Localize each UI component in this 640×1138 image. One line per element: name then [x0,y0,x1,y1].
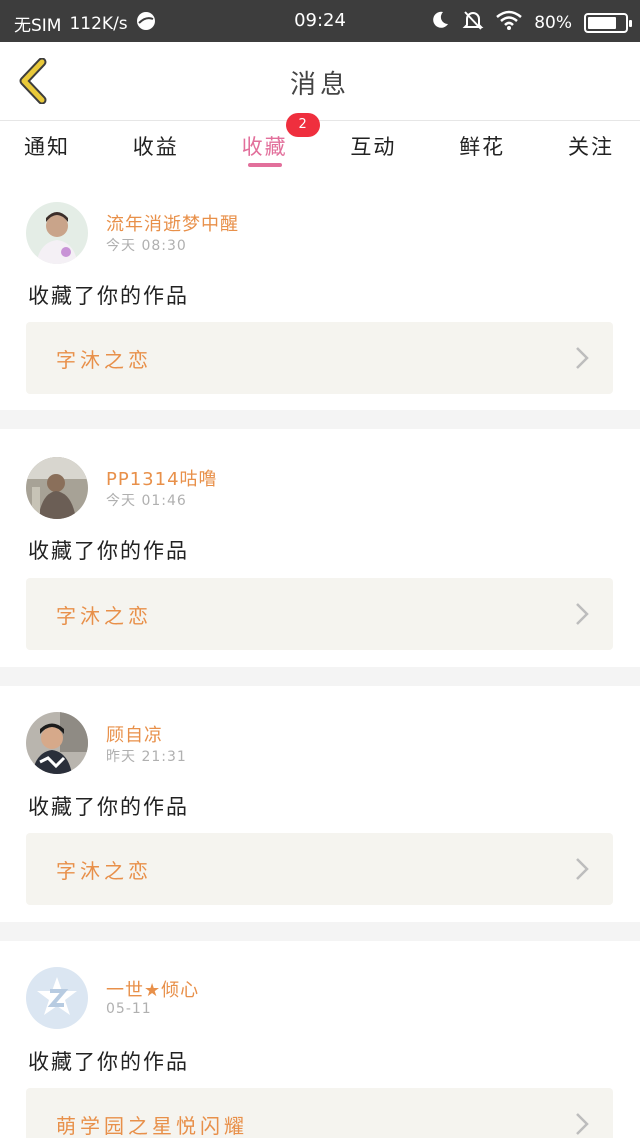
username[interactable]: 一世★倾心 [106,976,199,1002]
username[interactable]: PP1314咕噜 [106,465,218,491]
message-item: 顾自凉 昨天 21:31 收藏了你的作品 字沐之恋 [0,686,640,922]
tab-label: 收藏 [241,135,288,159]
divider [0,410,640,429]
divider [0,667,640,686]
work-title: 萌学园之星悦闪耀 [56,1114,248,1138]
battery-percent: 80% [534,12,572,33]
avatar[interactable] [26,202,88,264]
status-right: 80% [430,9,632,36]
message-item: PP1314咕噜 今天 01:46 收藏了你的作品 字沐之恋 [0,429,640,667]
message-text: 收藏了你的作品 [28,795,189,819]
tab-bar: 通知 收益 收藏 2 互动 鲜花 关注 [0,113,640,172]
tab-flowers[interactable]: 鲜花 [459,121,505,172]
work-link[interactable]: 字沐之恋 [26,322,613,394]
tab-notice[interactable]: 通知 [24,121,70,172]
header: 消息 [0,42,640,120]
work-title: 字沐之恋 [56,859,152,883]
username[interactable]: 顾自凉 [106,721,163,747]
tab-interaction[interactable]: 互动 [350,121,396,172]
avatar[interactable] [26,457,88,519]
page-title: 消息 [289,70,350,100]
message-text: 收藏了你的作品 [28,284,189,308]
active-tab-indicator [247,163,282,167]
mute-bell-icon [462,9,484,36]
work-link[interactable]: 字沐之恋 [26,578,613,650]
message-item: 一世★倾心 05-11 收藏了你的作品 萌学园之星悦闪耀 [0,941,640,1138]
tab-label: 关注 [567,135,614,159]
work-title: 字沐之恋 [56,348,152,372]
message-text: 收藏了你的作品 [28,539,189,563]
tab-label: 收益 [132,135,179,159]
tab-label: 互动 [350,135,397,159]
timestamp: 昨天 21:31 [106,749,187,765]
chevron-right-icon [576,858,589,880]
tab-label: 通知 [24,135,70,159]
chevron-right-icon [576,603,589,625]
wifi-icon [496,10,523,35]
default-avatar-icon [26,967,88,1029]
message-item: 流年消逝梦中醒 今天 08:30 收藏了你的作品 字沐之恋 [0,172,640,410]
timestamp: 今天 01:46 [106,493,187,509]
chevron-right-icon [576,347,589,369]
timestamp: 今天 08:30 [106,238,187,254]
chevron-right-icon [576,1113,589,1135]
moon-icon [430,10,450,35]
unread-badge: 2 [285,113,320,137]
username[interactable]: 流年消逝梦中醒 [106,210,239,236]
message-text: 收藏了你的作品 [28,1050,189,1074]
tab-income[interactable]: 收益 [133,121,179,172]
work-title: 字沐之恋 [56,604,152,628]
status-bar: 无SIM 112K/s 09:24 80% [0,0,640,42]
battery-icon [584,12,632,33]
avatar[interactable] [26,967,88,1029]
timestamp: 05-11 [106,1001,152,1017]
work-link[interactable]: 萌学园之星悦闪耀 [26,1088,613,1138]
divider [0,922,640,941]
avatar[interactable] [26,712,88,774]
tab-label: 鲜花 [459,135,506,159]
tab-favorites[interactable]: 收藏 2 [241,113,320,172]
work-link[interactable]: 字沐之恋 [26,833,613,905]
tab-follow[interactable]: 关注 [568,121,614,172]
